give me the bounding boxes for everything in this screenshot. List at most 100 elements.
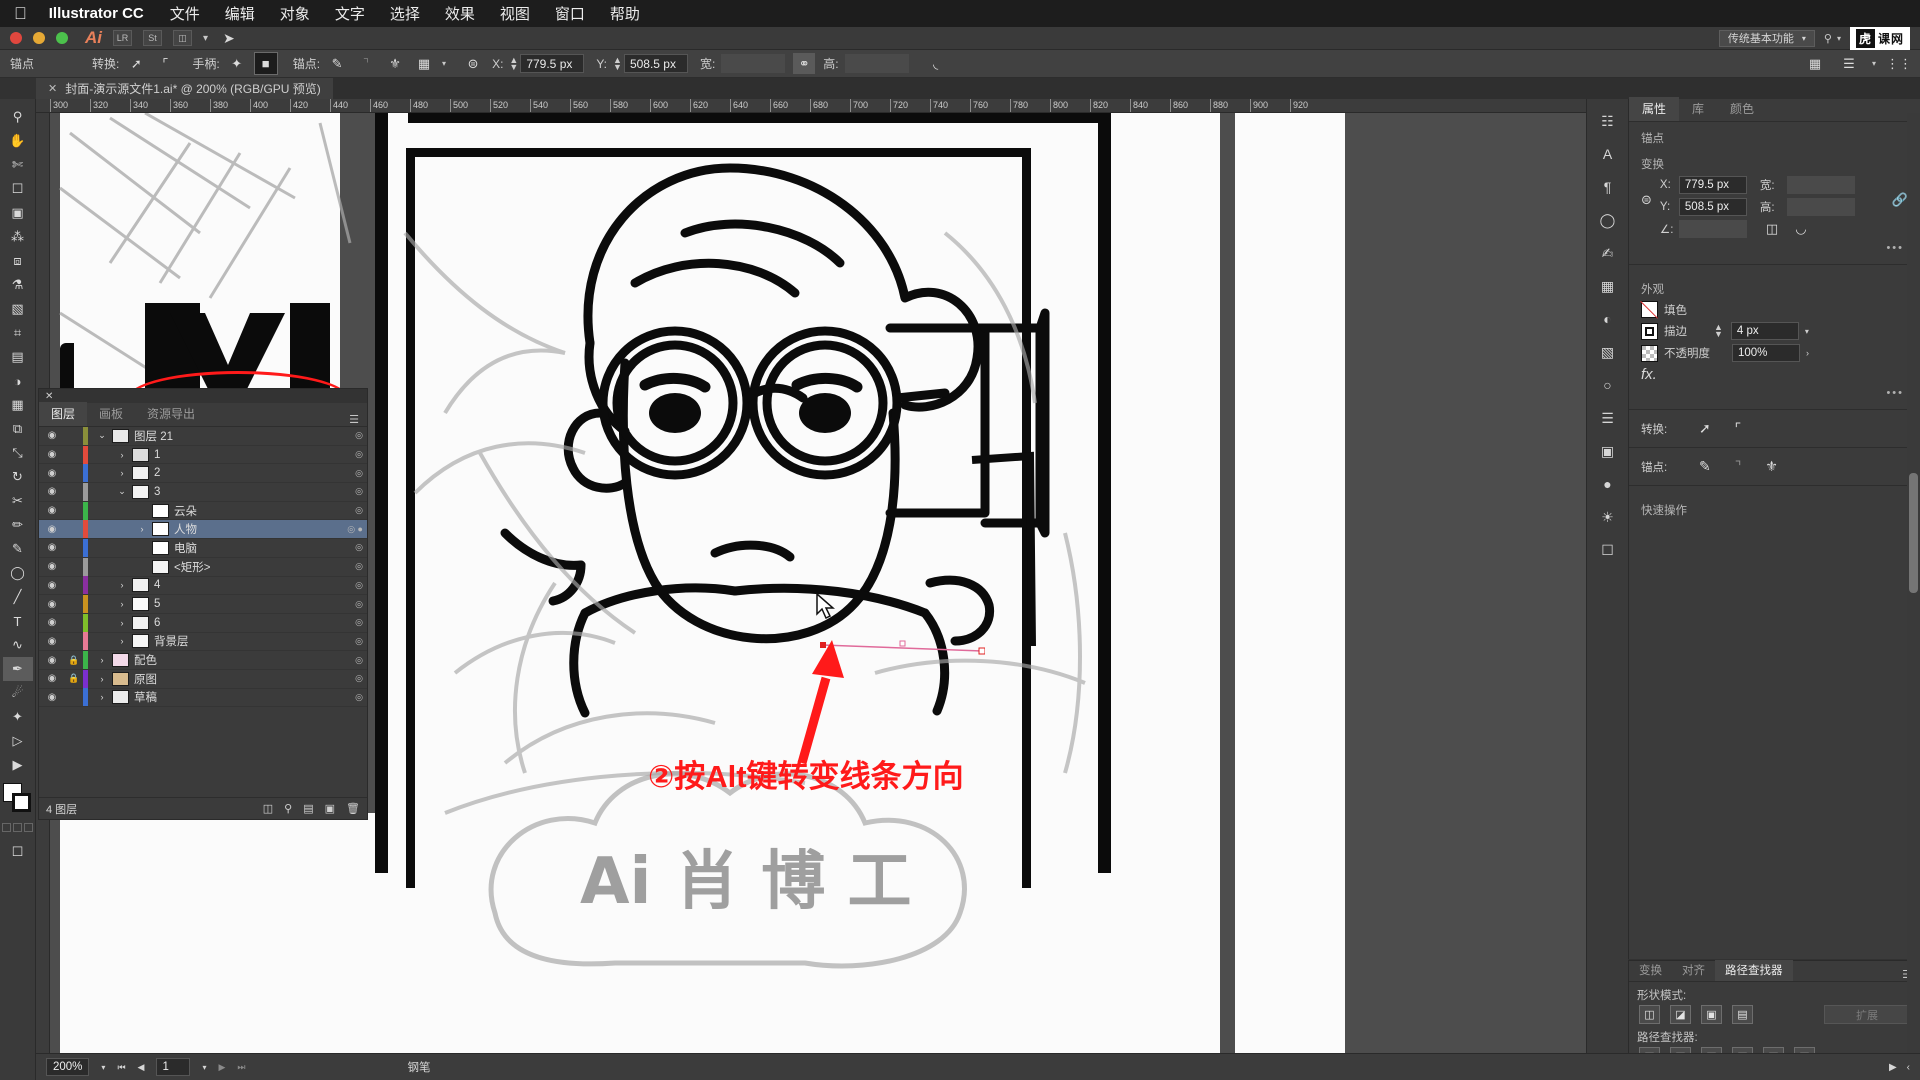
- direct-selection-tool[interactable]: ▷: [3, 729, 33, 753]
- appearance-more-options[interactable]: •••: [1629, 385, 1920, 401]
- type-tool[interactable]: T: [3, 609, 33, 633]
- none-button[interactable]: [24, 823, 33, 832]
- layers-panel-close[interactable]: ✕: [39, 389, 367, 403]
- cut-path-icon[interactable]: ⚜: [1765, 458, 1778, 475]
- symbols-panel-icon[interactable]: ▦: [1595, 274, 1621, 298]
- h-field[interactable]: [844, 54, 909, 73]
- lasso-tool[interactable]: ☄: [3, 681, 33, 705]
- layer-row[interactable]: ◉ › 人物 ◎ ●: [39, 520, 367, 540]
- menu-item-select[interactable]: 选择: [390, 3, 420, 24]
- layer-row[interactable]: ◉ › 5 ◎: [39, 595, 367, 614]
- prop-y-field[interactable]: 508.5 px: [1678, 198, 1747, 216]
- layer-name[interactable]: 背景层: [154, 633, 333, 649]
- chevron-down-icon[interactable]: ▾: [1805, 327, 1809, 336]
- slice-tool[interactable]: ✄: [3, 153, 33, 177]
- layer-disclosure-triangle[interactable]: ›: [92, 655, 112, 665]
- perspective-grid-tool[interactable]: ▤: [3, 345, 33, 369]
- layer-target-indicator[interactable]: ◎: [333, 599, 367, 610]
- mesh-tool[interactable]: ⌗: [3, 321, 33, 345]
- layer-disclosure-triangle[interactable]: ›: [112, 618, 132, 628]
- stock-button[interactable]: St: [143, 30, 162, 46]
- tab-pathfinder[interactable]: 路径查找器: [1715, 960, 1793, 981]
- opacity-field[interactable]: 100%: [1732, 344, 1800, 362]
- stroke-swatch-icon[interactable]: [1641, 322, 1658, 340]
- stock-search[interactable]: ⚲ ▾: [1824, 32, 1841, 45]
- panel-menu-icon[interactable]: ☰: [349, 413, 367, 426]
- layer-name[interactable]: 草稿: [134, 689, 333, 705]
- layer-visibility-icon[interactable]: ◉: [39, 524, 65, 535]
- convert-to-smooth-icon[interactable]: ⌜: [154, 53, 176, 74]
- layer-disclosure-triangle[interactable]: ›: [112, 599, 132, 609]
- artboard-tool[interactable]: ☐: [3, 177, 33, 201]
- layer-visibility-icon[interactable]: ◉: [39, 542, 65, 553]
- selection-tool[interactable]: ▶: [3, 753, 33, 777]
- tab-asset-export[interactable]: 资源导出: [135, 402, 207, 426]
- layer-disclosure-triangle[interactable]: ›: [112, 636, 132, 646]
- fill-swatch-icon[interactable]: [1641, 301, 1658, 318]
- curvature-tool[interactable]: ∿: [3, 633, 33, 657]
- layer-row[interactable]: ◉ › 2 ◎: [39, 464, 367, 484]
- panel-grid-icon[interactable]: ▦: [1804, 53, 1826, 74]
- convert-to-smooth-icon[interactable]: ⌜: [1735, 420, 1742, 437]
- window-close-button[interactable]: [10, 32, 22, 44]
- layer-name[interactable]: 电脑: [174, 540, 333, 556]
- layer-target-indicator[interactable]: ◎: [333, 692, 367, 703]
- layer-lock-icon[interactable]: 🔒: [65, 655, 83, 666]
- eyedropper-tool[interactable]: ⚗: [3, 273, 33, 297]
- layer-target-indicator[interactable]: ◎: [333, 617, 367, 628]
- broken-link-icon[interactable]: 🔗: [1892, 192, 1908, 208]
- tab-properties[interactable]: 属性: [1629, 97, 1680, 121]
- magic-wand-tool[interactable]: ✦: [3, 705, 33, 729]
- layer-visibility-icon[interactable]: ◉: [39, 636, 65, 647]
- x-stepper[interactable]: ▲ ▼: [509, 55, 518, 71]
- gradient-panel-icon[interactable]: ◐: [1595, 307, 1621, 331]
- layer-disclosure-triangle[interactable]: ›: [92, 674, 112, 684]
- layer-row[interactable]: ◉ 🔒 › 配色 ◎: [39, 651, 367, 670]
- prop-angle-field[interactable]: [1678, 220, 1747, 238]
- menu-item-view[interactable]: 视图: [500, 3, 530, 24]
- link-icon[interactable]: ⚭: [793, 53, 816, 74]
- scissors-tool[interactable]: ✂: [3, 489, 33, 513]
- fill-stroke-swatches[interactable]: [2, 783, 33, 817]
- layer-target-indicator[interactable]: ◎: [333, 561, 367, 572]
- menu-item-edit[interactable]: 编辑: [225, 3, 255, 24]
- w-field[interactable]: [721, 54, 786, 73]
- layer-row[interactable]: ◉ ⌄ 3 ◎: [39, 482, 367, 502]
- rocket-icon[interactable]: ➤: [223, 30, 235, 47]
- last-artboard-button[interactable]: ⏭: [237, 1062, 245, 1073]
- line-segment-tool[interactable]: ╱: [3, 585, 33, 609]
- image-trace-icon[interactable]: ☀: [1595, 505, 1621, 529]
- symbol-sprayer-tool[interactable]: ⁂: [3, 225, 33, 249]
- layer-target-indicator[interactable]: ◎: [333, 430, 367, 441]
- chevron-down-icon[interactable]: ▾: [202, 1063, 206, 1072]
- layer-target-indicator[interactable]: ◎ ●: [333, 524, 367, 535]
- prop-w-field[interactable]: [1786, 176, 1855, 194]
- prev-artboard-button[interactable]: ◀: [138, 1062, 145, 1073]
- remove-anchor-icon[interactable]: ✎: [326, 53, 348, 74]
- layer-row[interactable]: ◉ › 1 ◎: [39, 445, 367, 465]
- shape-builder-tool[interactable]: ◑: [3, 369, 33, 393]
- connect-anchor-icon[interactable]: ⌝: [1735, 458, 1742, 475]
- y-field[interactable]: 508.5 px: [623, 54, 688, 73]
- current-tool-label[interactable]: 钢笔: [408, 1059, 431, 1075]
- layer-visibility-icon[interactable]: ◉: [39, 449, 65, 460]
- gradient-tool[interactable]: ▧: [3, 297, 33, 321]
- shaper-tool[interactable]: ✏: [3, 513, 33, 537]
- layer-target-indicator[interactable]: ◎: [333, 655, 367, 666]
- workspace-switcher[interactable]: 传统基本功能 ▾: [1718, 29, 1815, 47]
- layer-visibility-icon[interactable]: ◉: [39, 655, 65, 666]
- column-graph-tool[interactable]: ▣: [3, 201, 33, 225]
- tab-transform[interactable]: 变换: [1629, 960, 1672, 981]
- pen-tool[interactable]: ✒: [2, 657, 33, 681]
- fx-row[interactable]: fx.: [1629, 364, 1920, 385]
- layer-visibility-icon[interactable]: ◉: [39, 468, 65, 479]
- layer-target-indicator[interactable]: ◎: [333, 468, 367, 479]
- align-anchors-icon[interactable]: ▦: [413, 53, 435, 74]
- layer-target-indicator[interactable]: ◎: [333, 486, 367, 497]
- transform-more-options[interactable]: •••: [1629, 240, 1920, 256]
- hand-tool[interactable]: ✋: [3, 129, 33, 153]
- transform-handle-icon[interactable]: ⊜: [462, 53, 484, 74]
- layer-visibility-icon[interactable]: ◉: [39, 486, 65, 497]
- layer-visibility-icon[interactable]: ◉: [39, 692, 65, 703]
- layer-target-indicator[interactable]: ◎: [333, 449, 367, 460]
